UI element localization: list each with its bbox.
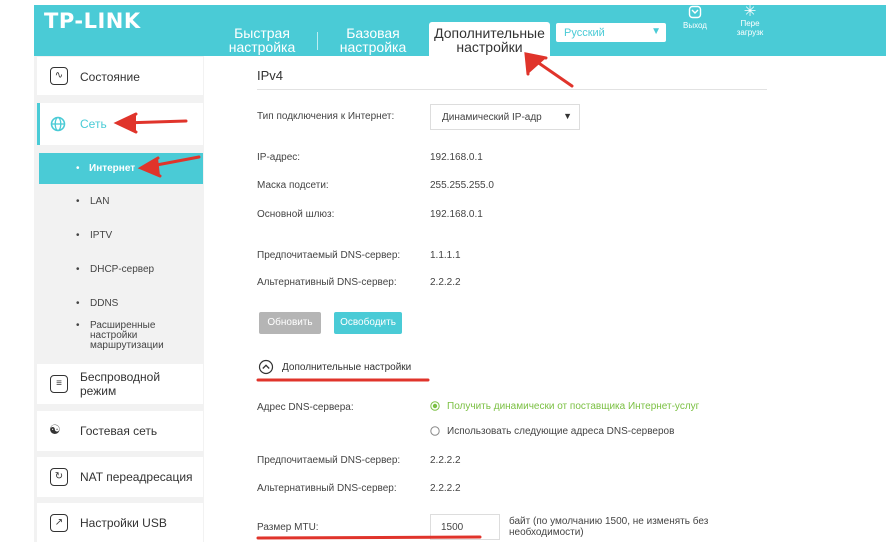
annotation-layer xyxy=(113,52,574,540)
arrow-to-internet xyxy=(137,155,201,178)
underline-mtu xyxy=(256,535,482,540)
arrow-to-network xyxy=(113,112,188,134)
arrow-to-advanced-tab xyxy=(524,52,574,88)
